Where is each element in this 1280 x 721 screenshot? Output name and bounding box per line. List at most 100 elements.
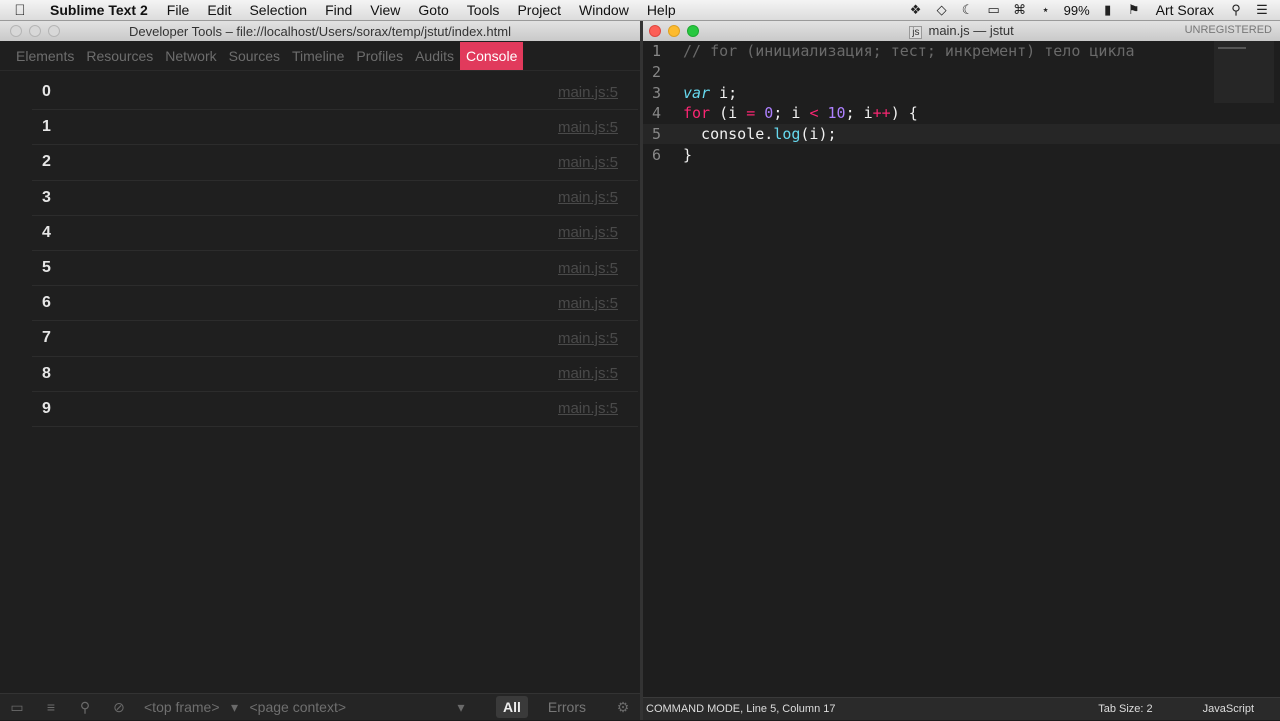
code-token: ; i (773, 104, 810, 123)
code-editor[interactable]: 1 // for (инициализация; тест; инкремент… (643, 41, 1280, 697)
code-token: (i (710, 104, 747, 123)
js-file-icon: js (909, 26, 923, 39)
flag-icon[interactable]: ⚑ (1126, 2, 1142, 17)
menu-selection[interactable]: Selection (240, 2, 316, 18)
gear-icon[interactable]: ⚙ (606, 694, 640, 721)
code-line: 6 } (643, 144, 1280, 165)
chevron-down-icon[interactable]: ▾ (454, 694, 468, 721)
devtools-titlebar[interactable]: Developer Tools – file://localhost/Users… (0, 21, 640, 41)
tab-sources[interactable]: Sources (223, 42, 286, 70)
console-row: 6 main.js:5 (32, 286, 638, 322)
console-value: 2 (42, 153, 51, 171)
user-name[interactable]: Art Sorax (1152, 2, 1218, 18)
tab-elements[interactable]: Elements (10, 42, 80, 70)
menu-edit[interactable]: Edit (198, 2, 240, 18)
console-value: 9 (42, 399, 51, 417)
tab-size-selector[interactable]: Tab Size: 2 (1098, 703, 1202, 715)
tab-profiles[interactable]: Profiles (350, 42, 409, 70)
code-line-current: 5 console.log(i); (643, 123, 1280, 145)
menu-view[interactable]: View (361, 2, 409, 18)
operator-assign: = (746, 104, 756, 123)
console-source-link[interactable]: main.js:5 (558, 224, 638, 241)
menu-help[interactable]: Help (638, 2, 685, 18)
show-drawer-icon[interactable]: ≡ (34, 694, 68, 721)
code-token: ; i (845, 104, 873, 123)
console-value: 1 (42, 118, 51, 136)
devtools-tab-bar: Elements Resources Network Sources Timel… (0, 41, 640, 71)
filter-errors-button[interactable]: Errors (528, 699, 606, 715)
console-value: 5 (42, 259, 51, 277)
line-number: 6 (651, 145, 661, 164)
console-source-link[interactable]: main.js:5 (558, 189, 638, 206)
console-source-link[interactable]: main.js:5 (558, 330, 638, 347)
context-select[interactable]: <page context> (242, 699, 355, 715)
menu-window[interactable]: Window (570, 2, 638, 18)
code-token: ) { (890, 104, 918, 123)
console-row: 0 main.js:5 (32, 75, 638, 111)
console-row: 5 main.js:5 (32, 251, 638, 287)
clear-console-icon[interactable]: ⊘ (102, 694, 136, 721)
code-token: i; (710, 83, 738, 102)
code-token: console. (683, 125, 774, 144)
console-source-link[interactable]: main.js:5 (558, 119, 638, 136)
function-log: log (773, 125, 801, 144)
filter-all-button[interactable]: All (495, 696, 528, 718)
code-text: } (683, 145, 693, 164)
code-text: console.log(i); (665, 125, 836, 144)
syntax-selector[interactable]: JavaScript (1203, 703, 1280, 715)
console-row: 8 main.js:5 (32, 357, 638, 392)
tab-console[interactable]: Console (460, 41, 524, 70)
notification-list-icon[interactable]: ☰ (1254, 2, 1270, 17)
sound-icon[interactable]: ◇ (934, 2, 950, 17)
code-text: // for (инициализация; тест; инкремент) … (683, 42, 1135, 61)
keyword-var: var (683, 83, 711, 102)
unregistered-label: UNREGISTERED (1184, 24, 1272, 36)
console-output: 0 main.js:5 1 main.js:5 2 main.js:5 3 main.j… (32, 75, 638, 427)
console-source-link[interactable]: main.js:5 (558, 154, 638, 171)
menu-project[interactable]: Project (508, 2, 570, 18)
battery-icon[interactable]: ▮ (1100, 2, 1116, 17)
dock-icon[interactable]: ▭ (0, 694, 34, 721)
tab-resources[interactable]: Resources (80, 42, 159, 70)
minimap[interactable] (1214, 41, 1274, 103)
tab-network[interactable]: Network (159, 42, 222, 70)
console-source-link[interactable]: main.js:5 (558, 400, 638, 417)
code-line: 3 var i; (643, 82, 1280, 103)
tab-timeline[interactable]: Timeline (286, 42, 350, 70)
sublime-titlebar[interactable]: js main.js — jstut UNREGISTERED (643, 21, 1280, 41)
line-number: 1 (651, 42, 661, 61)
wifi-icon[interactable]: ⌘ (1012, 2, 1028, 17)
console-value: 0 (42, 83, 51, 101)
console-source-link[interactable]: main.js:5 (558, 295, 638, 312)
console-value: 4 (42, 223, 51, 241)
console-source-link[interactable]: main.js:5 (558, 365, 638, 382)
console-row: 1 main.js:5 (32, 110, 638, 146)
sublime-window: js main.js — jstut UNREGISTERED 1 // for … (643, 21, 1280, 720)
tab-audits[interactable]: Audits (409, 42, 460, 70)
apple-icon[interactable]:  (0, 2, 40, 19)
menu-file[interactable]: File (158, 2, 199, 18)
search-icon[interactable]: ⚲ (1228, 2, 1244, 17)
menu-tools[interactable]: Tools (458, 2, 509, 18)
bluetooth-icon[interactable]: ⋆ (1038, 2, 1054, 17)
line-number: 5 (651, 125, 661, 144)
console-row: 7 main.js:5 (32, 321, 638, 357)
chevron-down-icon[interactable]: ▾ (228, 694, 242, 721)
frame-select[interactable]: <top frame> (136, 699, 228, 715)
airplay-icon[interactable]: ▭ (986, 2, 1002, 17)
moon-icon[interactable]: ☾ (960, 2, 976, 17)
dropbox-icon[interactable]: ❖ (908, 2, 924, 17)
menu-find[interactable]: Find (316, 2, 361, 18)
menu-app-name[interactable]: Sublime Text 2 (40, 2, 158, 18)
line-number: 4 (651, 104, 661, 123)
console-source-link[interactable]: main.js:5 (558, 260, 638, 277)
battery-percent[interactable]: 99% (1064, 3, 1090, 18)
console-source-link[interactable]: main.js:5 (558, 84, 638, 101)
menu-goto[interactable]: Goto (409, 2, 457, 18)
devtools-title: Developer Tools – file://localhost/Users… (129, 23, 511, 39)
status-mode: COMMAND MODE, Line 5, Column 17 (646, 703, 836, 715)
console-row: 9 main.js:5 (32, 392, 638, 427)
search-icon[interactable]: ⚲ (68, 694, 102, 721)
